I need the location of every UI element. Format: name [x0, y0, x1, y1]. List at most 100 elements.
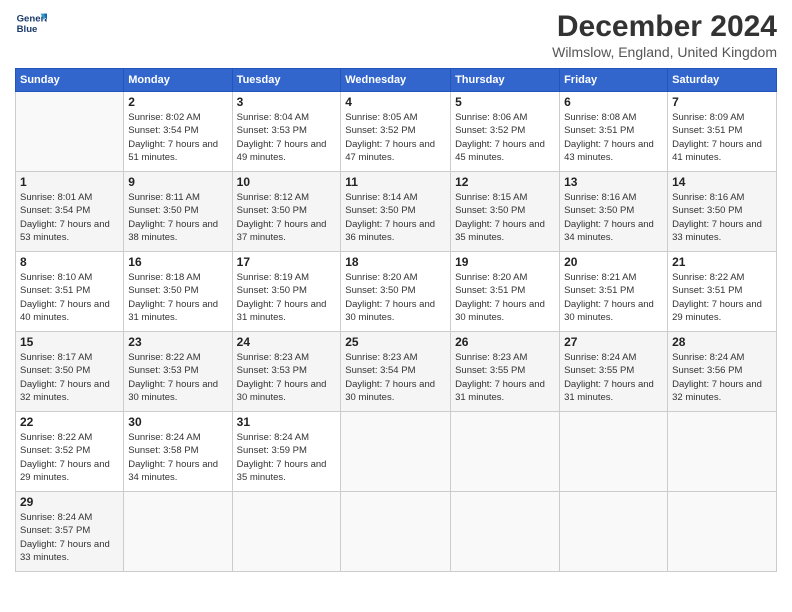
daylight-hours: Daylight: 7 hours and 30 minutes. [345, 379, 435, 403]
sunrise-time: Sunrise: 8:15 AM [455, 192, 527, 203]
daylight-hours: Daylight: 7 hours and 31 minutes. [564, 379, 654, 403]
calendar-cell: 29 Sunrise: 8:24 AM Sunset: 3:57 PM Dayl… [16, 492, 124, 572]
sunset-time: Sunset: 3:54 PM [128, 125, 198, 136]
day-info: Sunrise: 8:15 AM Sunset: 3:50 PM Dayligh… [455, 191, 555, 244]
sunrise-time: Sunrise: 8:10 AM [20, 272, 92, 283]
daylight-hours: Daylight: 7 hours and 40 minutes. [20, 299, 110, 323]
day-info: Sunrise: 8:12 AM Sunset: 3:50 PM Dayligh… [237, 191, 337, 244]
page-header: General Blue December 2024 Wilmslow, Eng… [15, 10, 777, 60]
daylight-hours: Daylight: 7 hours and 35 minutes. [455, 219, 545, 243]
sunset-time: Sunset: 3:51 PM [564, 285, 634, 296]
day-info: Sunrise: 8:04 AM Sunset: 3:53 PM Dayligh… [237, 111, 337, 164]
day-info: Sunrise: 8:24 AM Sunset: 3:58 PM Dayligh… [128, 431, 227, 484]
sunset-time: Sunset: 3:51 PM [455, 285, 525, 296]
day-info: Sunrise: 8:23 AM Sunset: 3:53 PM Dayligh… [237, 351, 337, 404]
day-number: 9 [128, 175, 227, 189]
calendar-cell: 11 Sunrise: 8:14 AM Sunset: 3:50 PM Dayl… [341, 172, 451, 252]
day-info: Sunrise: 8:22 AM Sunset: 3:52 PM Dayligh… [20, 431, 119, 484]
sunrise-time: Sunrise: 8:24 AM [237, 432, 309, 443]
day-number: 4 [345, 95, 446, 109]
day-number: 3 [237, 95, 337, 109]
title-block: December 2024 Wilmslow, England, United … [552, 10, 777, 60]
day-number: 17 [237, 255, 337, 269]
sunrise-time: Sunrise: 8:09 AM [672, 112, 744, 123]
daylight-hours: Daylight: 7 hours and 32 minutes. [672, 379, 762, 403]
calendar-cell: 23 Sunrise: 8:22 AM Sunset: 3:53 PM Dayl… [124, 332, 232, 412]
day-info: Sunrise: 8:08 AM Sunset: 3:51 PM Dayligh… [564, 111, 663, 164]
day-info: Sunrise: 8:19 AM Sunset: 3:50 PM Dayligh… [237, 271, 337, 324]
day-info: Sunrise: 8:23 AM Sunset: 3:54 PM Dayligh… [345, 351, 446, 404]
calendar-week-row: 22 Sunrise: 8:22 AM Sunset: 3:52 PM Dayl… [16, 412, 777, 492]
day-number: 6 [564, 95, 663, 109]
calendar-week-row: 29 Sunrise: 8:24 AM Sunset: 3:57 PM Dayl… [16, 492, 777, 572]
daylight-hours: Daylight: 7 hours and 35 minutes. [237, 459, 327, 483]
sunrise-time: Sunrise: 8:24 AM [564, 352, 636, 363]
day-info: Sunrise: 8:16 AM Sunset: 3:50 PM Dayligh… [564, 191, 663, 244]
day-number: 18 [345, 255, 446, 269]
sunset-time: Sunset: 3:53 PM [237, 365, 307, 376]
sunset-time: Sunset: 3:50 PM [564, 205, 634, 216]
calendar-cell: 9 Sunrise: 8:11 AM Sunset: 3:50 PM Dayli… [124, 172, 232, 252]
day-number: 31 [237, 415, 337, 429]
calendar-cell: 5 Sunrise: 8:06 AM Sunset: 3:52 PM Dayli… [451, 92, 560, 172]
calendar-cell: 1 Sunrise: 8:01 AM Sunset: 3:54 PM Dayli… [16, 172, 124, 252]
day-number: 21 [672, 255, 772, 269]
sunrise-time: Sunrise: 8:22 AM [128, 352, 200, 363]
day-number: 29 [20, 495, 119, 509]
sunrise-time: Sunrise: 8:08 AM [564, 112, 636, 123]
calendar-week-row: 2 Sunrise: 8:02 AM Sunset: 3:54 PM Dayli… [16, 92, 777, 172]
day-info: Sunrise: 8:17 AM Sunset: 3:50 PM Dayligh… [20, 351, 119, 404]
day-number: 28 [672, 335, 772, 349]
sunrise-time: Sunrise: 8:19 AM [237, 272, 309, 283]
calendar-cell [451, 492, 560, 572]
sunrise-time: Sunrise: 8:06 AM [455, 112, 527, 123]
sunset-time: Sunset: 3:57 PM [20, 525, 90, 536]
daylight-hours: Daylight: 7 hours and 37 minutes. [237, 219, 327, 243]
sunset-time: Sunset: 3:50 PM [237, 285, 307, 296]
sunset-time: Sunset: 3:58 PM [128, 445, 198, 456]
sunrise-time: Sunrise: 8:16 AM [564, 192, 636, 203]
daylight-hours: Daylight: 7 hours and 45 minutes. [455, 139, 545, 163]
sunset-time: Sunset: 3:50 PM [672, 205, 742, 216]
sunrise-time: Sunrise: 8:16 AM [672, 192, 744, 203]
day-number: 22 [20, 415, 119, 429]
day-info: Sunrise: 8:22 AM Sunset: 3:51 PM Dayligh… [672, 271, 772, 324]
sunset-time: Sunset: 3:51 PM [564, 125, 634, 136]
sunrise-time: Sunrise: 8:23 AM [237, 352, 309, 363]
sunset-time: Sunset: 3:56 PM [672, 365, 742, 376]
logo: General Blue [15, 10, 47, 38]
day-number: 15 [20, 335, 119, 349]
calendar-cell: 13 Sunrise: 8:16 AM Sunset: 3:50 PM Dayl… [560, 172, 668, 252]
daylight-hours: Daylight: 7 hours and 31 minutes. [237, 299, 327, 323]
sunrise-time: Sunrise: 8:22 AM [672, 272, 744, 283]
calendar-cell: 25 Sunrise: 8:23 AM Sunset: 3:54 PM Dayl… [341, 332, 451, 412]
sunrise-time: Sunrise: 8:04 AM [237, 112, 309, 123]
day-number: 13 [564, 175, 663, 189]
sunrise-time: Sunrise: 8:20 AM [455, 272, 527, 283]
sunrise-time: Sunrise: 8:24 AM [128, 432, 200, 443]
sunset-time: Sunset: 3:51 PM [672, 285, 742, 296]
calendar-cell: 19 Sunrise: 8:20 AM Sunset: 3:51 PM Dayl… [451, 252, 560, 332]
sunrise-time: Sunrise: 8:24 AM [672, 352, 744, 363]
col-sunday: Sunday [16, 69, 124, 92]
sunset-time: Sunset: 3:54 PM [20, 205, 90, 216]
sunrise-time: Sunrise: 8:02 AM [128, 112, 200, 123]
sunset-time: Sunset: 3:55 PM [455, 365, 525, 376]
daylight-hours: Daylight: 7 hours and 36 minutes. [345, 219, 435, 243]
col-saturday: Saturday [668, 69, 777, 92]
calendar-cell [668, 412, 777, 492]
sunrise-time: Sunrise: 8:01 AM [20, 192, 92, 203]
day-number: 12 [455, 175, 555, 189]
day-info: Sunrise: 8:02 AM Sunset: 3:54 PM Dayligh… [128, 111, 227, 164]
sunrise-time: Sunrise: 8:05 AM [345, 112, 417, 123]
sunset-time: Sunset: 3:53 PM [237, 125, 307, 136]
calendar-cell: 26 Sunrise: 8:23 AM Sunset: 3:55 PM Dayl… [451, 332, 560, 412]
daylight-hours: Daylight: 7 hours and 41 minutes. [672, 139, 762, 163]
daylight-hours: Daylight: 7 hours and 31 minutes. [455, 379, 545, 403]
daylight-hours: Daylight: 7 hours and 30 minutes. [345, 299, 435, 323]
sunset-time: Sunset: 3:53 PM [128, 365, 198, 376]
daylight-hours: Daylight: 7 hours and 30 minutes. [564, 299, 654, 323]
sunset-time: Sunset: 3:52 PM [20, 445, 90, 456]
daylight-hours: Daylight: 7 hours and 29 minutes. [672, 299, 762, 323]
sunset-time: Sunset: 3:50 PM [20, 365, 90, 376]
